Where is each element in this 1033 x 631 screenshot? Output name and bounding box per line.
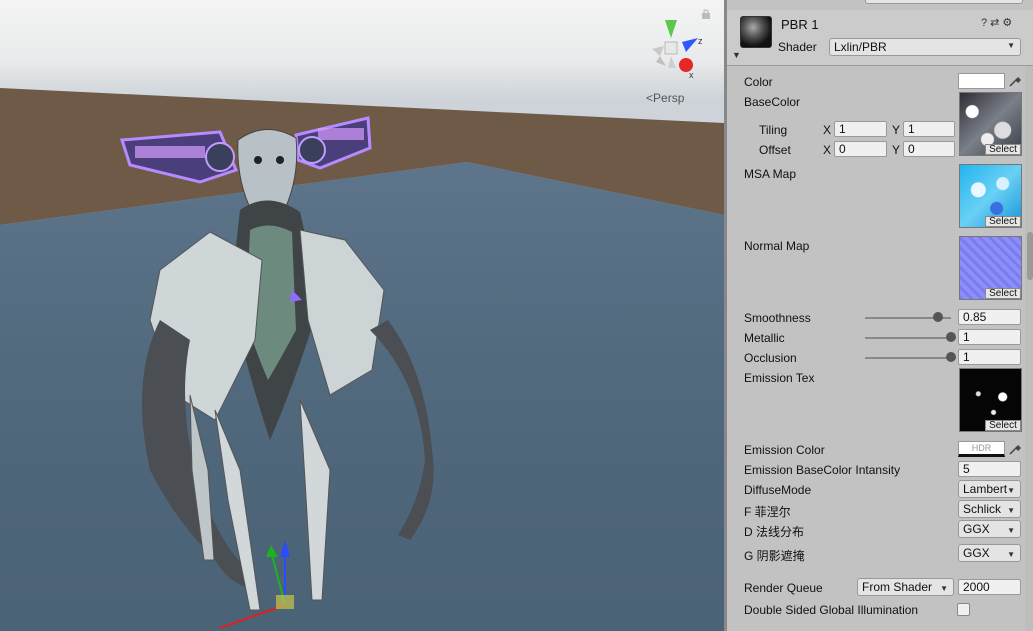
emission-intensity-label: Emission BaseColor Intansity bbox=[744, 463, 901, 477]
double-sided-gi-label: Double Sided Global Illumination bbox=[744, 603, 919, 617]
gizmo-y-cone[interactable] bbox=[665, 20, 677, 38]
eyedropper-icon[interactable] bbox=[1008, 74, 1022, 88]
base-color-texture[interactable]: Select bbox=[959, 92, 1022, 156]
emission-select-button[interactable]: Select bbox=[985, 420, 1021, 431]
render-queue-label: Render Queue bbox=[744, 581, 823, 595]
material-header: ▼ PBR 1 ?⇄⚙ Shader Lxlin/PBR ▼ bbox=[727, 10, 1033, 66]
ndf-dropdown[interactable]: GGX ▼ bbox=[958, 520, 1021, 538]
emission-texture[interactable]: Select bbox=[959, 368, 1022, 432]
projection-label: Persp bbox=[653, 91, 685, 105]
shader-value: Lxlin/PBR bbox=[834, 40, 887, 54]
tiling-x-label: X bbox=[823, 123, 832, 137]
occlusion-input[interactable]: 1 bbox=[958, 349, 1021, 365]
lock-icon[interactable] bbox=[701, 9, 711, 19]
preset-icon[interactable]: ⇄ bbox=[990, 17, 1002, 29]
offset-x-label: X bbox=[823, 143, 832, 157]
occlusion-slider-handle[interactable] bbox=[946, 352, 956, 362]
emission-color-label: Emission Color bbox=[744, 443, 825, 457]
persp-chevron-icon: < bbox=[646, 91, 654, 105]
hdr-label: HDR bbox=[971, 443, 992, 453]
normal-map-texture[interactable]: Select bbox=[959, 236, 1022, 300]
inspector-scrollbar[interactable] bbox=[1025, 66, 1033, 631]
offset-y-label: Y bbox=[892, 143, 901, 157]
help-icon[interactable]: ? bbox=[981, 17, 990, 29]
metallic-label: Metallic bbox=[744, 331, 785, 345]
metallic-input[interactable]: 1 bbox=[958, 329, 1021, 345]
color-label: Color bbox=[744, 75, 773, 89]
foldout-arrow-icon[interactable]: ▼ bbox=[732, 50, 741, 60]
fresnel-label: F 菲涅尔 bbox=[744, 505, 791, 519]
projection-toggle[interactable]: <Persp bbox=[646, 91, 684, 105]
shader-label: Shader bbox=[778, 40, 817, 54]
material-preview-thumbnail bbox=[740, 16, 772, 48]
material-name: PBR 1 bbox=[781, 17, 819, 32]
emission-eyedropper-icon[interactable] bbox=[1008, 442, 1022, 456]
ndf-value: GGX bbox=[963, 522, 990, 536]
emission-tex-label: Emission Tex bbox=[744, 371, 815, 385]
emission-color-swatch[interactable]: HDR bbox=[958, 441, 1005, 457]
chevron-down-icon: ▼ bbox=[1007, 506, 1015, 515]
double-sided-gi-checkbox[interactable] bbox=[957, 603, 970, 616]
render-queue-mode-dropdown[interactable]: From Shader ▼ bbox=[857, 578, 954, 596]
offset-y-input[interactable]: 0 bbox=[903, 141, 955, 157]
base-color-label: BaseColor bbox=[744, 95, 801, 109]
scene-view[interactable]: z x <Persp bbox=[0, 0, 724, 631]
offset-x-input[interactable]: 0 bbox=[834, 141, 887, 157]
offset-label: Offset bbox=[759, 143, 791, 157]
tiling-label: Tiling bbox=[759, 123, 788, 137]
normal-map-label: Normal Map bbox=[744, 239, 810, 253]
ndf-label: D 法线分布 bbox=[744, 525, 805, 539]
metallic-slider-handle[interactable] bbox=[946, 332, 956, 342]
chevron-down-icon: ▼ bbox=[1007, 550, 1015, 559]
diffuse-mode-label: DiffuseMode bbox=[744, 483, 812, 497]
normal-map-select-button[interactable]: Select bbox=[985, 288, 1021, 299]
render-queue-mode: From Shader bbox=[862, 580, 933, 594]
occlusion-label: Occlusion bbox=[744, 351, 797, 365]
smoothness-input[interactable]: 0.85 bbox=[958, 309, 1021, 325]
color-swatch[interactable] bbox=[958, 73, 1005, 89]
emission-intensity-input[interactable]: 5 bbox=[958, 461, 1021, 477]
gear-icon[interactable]: ⚙ bbox=[1002, 17, 1015, 29]
render-queue-input[interactable]: 2000 bbox=[958, 579, 1021, 595]
orientation-gizmo[interactable]: z x bbox=[638, 16, 708, 80]
tiling-y-input[interactable]: 1 bbox=[903, 121, 955, 137]
chevron-down-icon: ▼ bbox=[1007, 41, 1015, 50]
fresnel-value: Schlick bbox=[963, 502, 1002, 516]
msa-map-texture[interactable]: Select bbox=[959, 164, 1022, 228]
gizmo-x-label: x bbox=[689, 70, 694, 80]
chevron-down-icon: ▼ bbox=[1007, 486, 1015, 495]
geometry-value: GGX bbox=[963, 546, 990, 560]
inspector-panel: ▼ PBR 1 ?⇄⚙ Shader Lxlin/PBR ▼ Color Bas… bbox=[727, 0, 1033, 631]
smoothness-label: Smoothness bbox=[744, 311, 811, 325]
msa-map-select-button[interactable]: Select bbox=[985, 216, 1021, 227]
gizmo-z-label: z bbox=[698, 36, 703, 46]
gizmo-neg-z-cone[interactable] bbox=[652, 46, 664, 56]
smoothness-slider-handle[interactable] bbox=[933, 312, 944, 322]
inspector-top-field[interactable] bbox=[865, 0, 1023, 4]
chevron-down-icon: ▼ bbox=[1007, 526, 1015, 535]
diffuse-mode-value: Lambert bbox=[963, 482, 1008, 496]
geometry-dropdown[interactable]: GGX ▼ bbox=[958, 544, 1021, 562]
scene-canvas[interactable] bbox=[0, 0, 724, 631]
tiling-x-input[interactable]: 1 bbox=[834, 121, 887, 137]
diffuse-mode-dropdown[interactable]: Lambert ▼ bbox=[958, 480, 1021, 498]
base-color-select-button[interactable]: Select bbox=[985, 144, 1021, 155]
chevron-down-icon: ▼ bbox=[940, 584, 948, 593]
gizmo-neg-x-cone[interactable] bbox=[656, 56, 666, 66]
geometry-label: G 阴影遮掩 bbox=[744, 549, 805, 563]
msa-map-label: MSA Map bbox=[744, 167, 797, 181]
tiling-y-label: Y bbox=[892, 123, 901, 137]
metallic-slider-track[interactable] bbox=[865, 337, 951, 339]
occlusion-slider-track[interactable] bbox=[865, 357, 951, 359]
shader-dropdown[interactable]: Lxlin/PBR ▼ bbox=[829, 38, 1021, 56]
gizmo-z-cone[interactable] bbox=[682, 38, 698, 52]
inspector-scrollbar-thumb[interactable] bbox=[1027, 232, 1033, 280]
fresnel-dropdown[interactable]: Schlick ▼ bbox=[958, 500, 1021, 518]
